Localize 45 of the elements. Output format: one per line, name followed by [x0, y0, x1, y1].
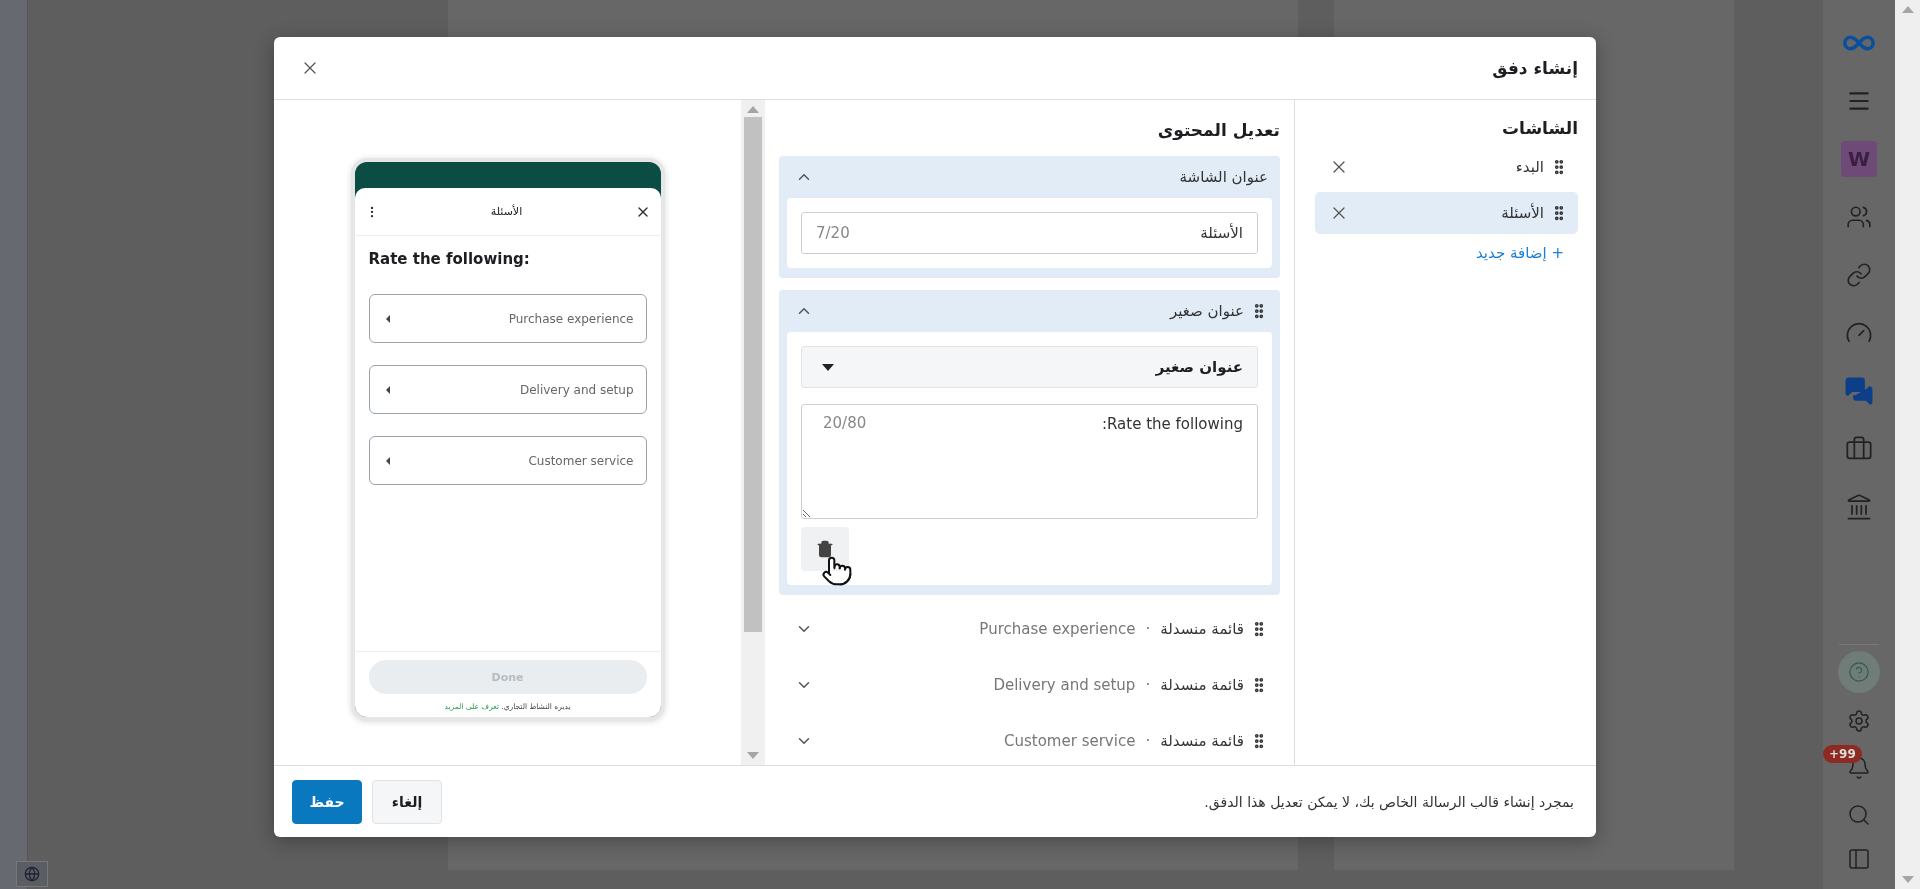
cancel-button[interactable]: إلغاء [372, 779, 442, 824]
section-detail: Delivery and setup [992, 676, 1136, 694]
footer-note: بمجرد إنشاء قالب الرسالة الخاص بك، لا يمكن تعديل هذا الدفق. [1204, 793, 1574, 810]
dialog-title: إنشاء دفق [1492, 58, 1578, 78]
preview-heading: Rate the following: [368, 250, 531, 268]
character-counter: 20/80 [823, 414, 867, 432]
bell-icon[interactable] [1847, 756, 1871, 780]
screens-heading: الشاشات [1500, 118, 1578, 138]
caret-icon [385, 314, 390, 323]
section-detail: Purchase experience [978, 620, 1136, 638]
help-button[interactable] [1838, 651, 1880, 693]
section-title: عنوان الشاشة [1179, 168, 1268, 186]
scroll-down-icon[interactable] [1901, 876, 1914, 883]
help-icon [1848, 661, 1870, 683]
editor-heading: تعديل المحتوى [1156, 120, 1280, 140]
screen-label: الأسئلة [1500, 204, 1544, 222]
screen-label: البدء [1514, 158, 1544, 176]
globe-button[interactable] [16, 861, 48, 887]
section-title: قائمة منسدلة [1160, 732, 1244, 750]
separator-dot: · [1144, 676, 1152, 694]
save-button[interactable]: حفظ [292, 779, 362, 824]
section-title: قائمة منسدلة [1160, 676, 1244, 694]
caret-icon [822, 363, 834, 371]
caret-icon [385, 385, 390, 394]
character-counter: 7/20 [816, 224, 850, 242]
section-detail: Customer service [1003, 732, 1136, 750]
add-new-link[interactable]: + إضافة جديد [1315, 238, 1578, 268]
scroll-up-icon[interactable] [747, 106, 759, 113]
scroll-up-icon[interactable] [1901, 6, 1914, 13]
caret-icon [385, 456, 390, 465]
section-title: عنوان صغير [1170, 302, 1244, 320]
type-select[interactable]: عنوان صغير [801, 346, 1258, 388]
notification-badge: +99 [1823, 745, 1862, 763]
preview-title: الأسئلة [490, 205, 523, 218]
screen-item[interactable]: البدء [1315, 146, 1578, 188]
trash-icon [816, 540, 834, 558]
scroll-down-icon[interactable] [747, 752, 759, 759]
separator-dot: · [1144, 732, 1152, 750]
separator-dot: · [1144, 620, 1152, 638]
screen-item[interactable]: الأسئلة [1315, 192, 1578, 234]
globe-icon [24, 866, 40, 882]
delete-button[interactable] [801, 527, 849, 571]
section-title: قائمة منسدلة [1160, 620, 1244, 638]
scroll-thumb[interactable] [744, 117, 762, 632]
field-value: الأسئلة [1200, 224, 1243, 242]
